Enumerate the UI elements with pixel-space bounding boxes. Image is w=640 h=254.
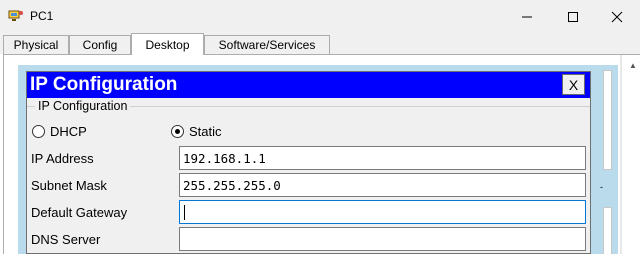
ip-address-field[interactable]: 192.168.1.1 — [179, 146, 586, 170]
tab-config[interactable]: Config — [69, 35, 131, 54]
dhcp-label: DHCP — [50, 123, 87, 139]
static-radio[interactable] — [171, 124, 184, 138]
static-label: Static — [189, 123, 222, 139]
ip-config-title: IP Configuration — [30, 74, 178, 95]
subnet-mask-field[interactable]: 255.255.255.0 — [179, 173, 586, 197]
default-gateway-label: Default Gateway — [31, 205, 128, 220]
group-label: IP Configuration — [35, 99, 131, 113]
ip-address-label: IP Address — [31, 151, 94, 166]
close-window-button[interactable] — [594, 0, 640, 33]
text-caret — [184, 205, 185, 220]
dns-server-field[interactable] — [179, 227, 586, 251]
static-option[interactable]: Static — [171, 123, 222, 139]
tab-software-services[interactable]: Software/Services — [204, 35, 330, 54]
ip-config-header: IP Configuration X — [27, 72, 590, 98]
background-separator-mark: - — [600, 182, 603, 192]
tab-strip: Physical Config Desktop Software/Service… — [0, 33, 640, 55]
minimize-button[interactable] — [504, 0, 550, 33]
close-icon — [611, 11, 623, 22]
tab-physical[interactable]: Physical — [3, 35, 69, 54]
default-gateway-field[interactable] — [179, 200, 586, 224]
window-title-bar: PC1 — [0, 0, 640, 33]
dhcp-option[interactable]: DHCP — [32, 123, 87, 139]
ip-config-close-button[interactable]: X — [562, 74, 585, 95]
minimize-icon — [522, 16, 532, 17]
subnet-mask-label: Subnet Mask — [31, 178, 107, 193]
dns-server-label: DNS Server — [31, 232, 101, 247]
background-panel-edge — [603, 70, 612, 170]
maximize-button[interactable] — [550, 0, 596, 33]
packet-tracer-pc-icon — [8, 9, 24, 23]
scrollbar-divider — [620, 55, 622, 254]
dhcp-radio[interactable] — [32, 124, 45, 138]
maximize-icon — [568, 11, 578, 22]
tab-desktop[interactable]: Desktop — [131, 33, 204, 55]
ip-configuration-window: IP Configuration X IP Configuration DHCP… — [26, 71, 591, 254]
chevron-up-icon[interactable]: ▲ — [629, 61, 637, 70]
background-panel-edge — [603, 207, 612, 254]
window-title: PC1 — [30, 9, 54, 23]
